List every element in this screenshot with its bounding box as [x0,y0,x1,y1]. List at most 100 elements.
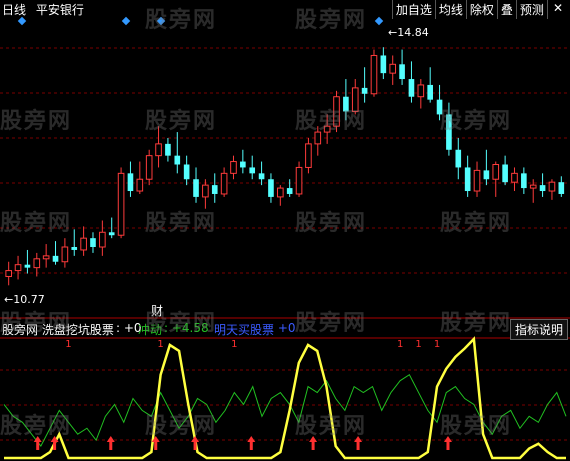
candle-body-down [361,87,368,94]
candle-body-down [211,185,218,194]
candle-body-up [117,172,125,236]
signal-mark: 1 [157,339,163,350]
toolbar-buttons: 加自选 均线 除权 叠 预测 ✕ [391,0,568,19]
candle-body-down [483,170,490,180]
candle-body-up [277,187,284,198]
indicator-help-button[interactable]: 指标说明 [509,319,568,340]
buy-arrow-icon [109,442,113,450]
signal-mark: 1 [397,339,403,350]
line1-value: : +4.58 [164,321,209,335]
candle-body-down [521,173,527,189]
candle-body-down [249,167,256,174]
candle-body-up [61,246,69,263]
candle-body-up [473,169,481,192]
candle-body-down [240,161,246,168]
candle-body-up [220,172,228,195]
candle-body-down [286,188,293,194]
candle-body-down [558,182,565,194]
candle-body-down [108,232,115,236]
candle-body-up [295,166,303,195]
candle-body-up [314,131,322,145]
close-icon[interactable]: ✕ [546,0,568,19]
buy-arrow-icon [106,436,115,442]
stock-name: 平安银行 [35,3,84,17]
candle-body-down [268,179,274,197]
candle-body-up [80,237,87,251]
add-watchlist-button[interactable]: 加自选 [391,0,435,19]
buy-arrow-icon [247,436,256,442]
buy-arrow-icon [193,442,197,450]
event-diamond-icon [17,16,27,26]
candle-body-up [145,155,153,180]
candle-body-down [436,99,443,115]
candle-body-up [155,143,162,157]
candle-body-down [71,247,78,250]
kline-chart-canvas[interactable]: 1 1 1 1 1 1 [0,0,570,461]
low-price-label: ←10.77 [4,293,45,306]
buy-arrow-icon [36,442,40,450]
buy-arrow-icon [154,442,158,450]
candle-body-up [202,184,209,198]
candle-body-up [511,172,518,183]
overlay-button[interactable]: 叠 [496,0,516,19]
buy-arrow-icon [191,436,200,442]
candle-body-down [24,264,31,268]
candle-body-up [230,161,237,174]
buy-arrow-icon [446,442,450,450]
candle-body-up [5,270,12,277]
line2-value: : +0 [270,321,296,335]
high-price-label: ←14.84 [388,26,429,39]
candle-body-down [399,64,405,80]
period-label[interactable]: 日线 [2,3,26,17]
forecast-button[interactable]: 预测 [515,0,547,19]
buy-arrow-icon [356,442,360,450]
candle-body-down [90,238,96,248]
candle-body-up [99,231,106,248]
candle-body-down [380,55,387,74]
earnings-event-marker[interactable]: 财 [151,302,163,319]
buy-arrow-icon [354,436,363,442]
candle-body-down [446,114,452,150]
buy-arrow-icon [309,436,318,442]
candle-body-down [427,84,433,100]
signal-mark: 1 [65,339,71,350]
candle-body-down [127,173,134,192]
indicator-header: 股旁网 洗盘挖坑股票 : +0 冲动 : +4.58 明天买股票 : +0 指标… [0,319,570,340]
event-diamond-icon [156,16,166,26]
candle-body-up [33,258,41,269]
candle-body-up [42,255,50,260]
line1-label: 冲动 [138,323,163,337]
ex-rights-button[interactable]: 除权 [465,0,497,19]
signal-mark: 1 [231,339,237,350]
event-diamond-icon [374,16,384,26]
candle-body-down [183,164,190,180]
candle-body-up [333,96,340,127]
candle-body-down [539,185,546,192]
candle-body-down [464,167,471,192]
candle-body-up [548,181,556,192]
candle-body-down [193,179,199,197]
candle-body-down [408,79,415,97]
top-toolbar: 日线 平安银行 加自选 均线 除权 叠 预测 ✕ [0,0,570,19]
indicator-name: 股旁网 洗盘挖坑股票 [2,323,114,337]
candle-body-down [343,96,349,112]
candle-body-down [165,143,171,156]
buy-arrow-icon [443,436,452,442]
candle-body-up [305,143,312,168]
candle-body-up [417,84,425,98]
candle-body-up [14,264,22,272]
candle-body-up [323,125,331,133]
buy-arrow-icon [249,442,253,450]
candle-body-down [455,149,462,168]
candle-body-down [258,173,265,180]
moving-average-button[interactable]: 均线 [434,0,466,19]
candle-body-up [370,54,378,95]
candle-body-down [174,155,181,165]
candle-body-up [389,63,397,74]
candle-body-up [351,87,359,112]
line2-label: 明天买股票 [214,323,275,337]
buy-arrow-icon [53,442,57,450]
candle-body-down [52,255,59,262]
event-diamond-icon [121,16,131,26]
candle-body-down [502,164,508,183]
